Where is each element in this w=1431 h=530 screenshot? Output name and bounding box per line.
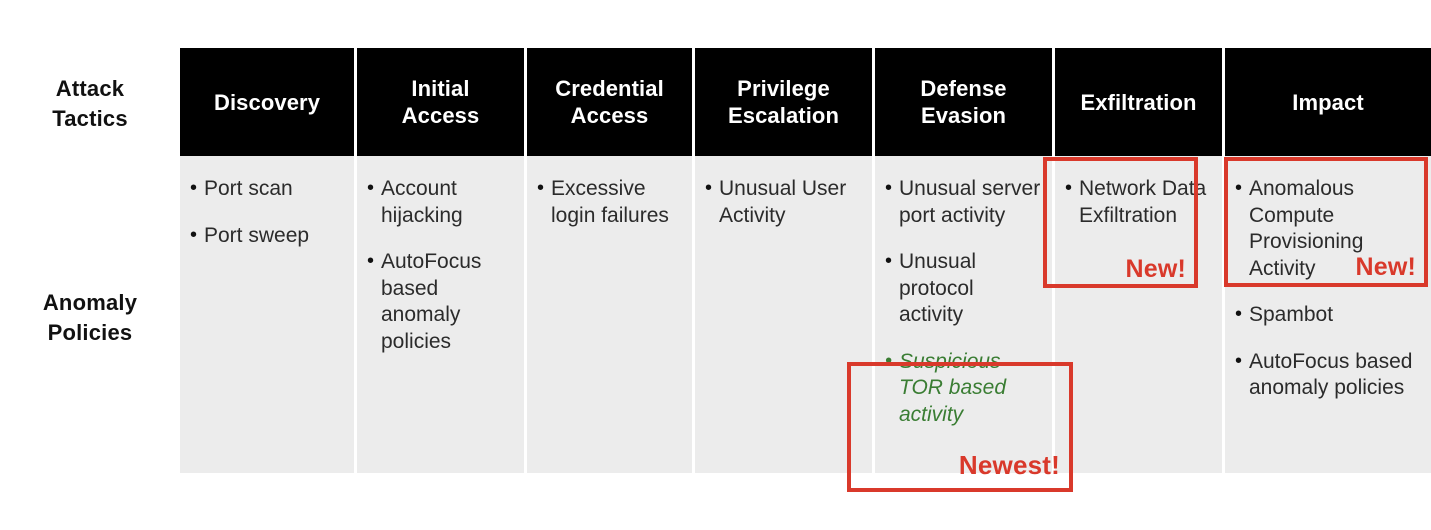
body-cell-defense-evasion: Unusual server port activity Unusual pro… xyxy=(875,156,1055,473)
list-item[interactable]: AutoFocus based anomaly policies xyxy=(367,248,514,355)
body-cell-privilege-escalation: Unusual User Activity xyxy=(695,156,875,473)
header-cell-exfiltration[interactable]: Exfiltration xyxy=(1055,48,1225,156)
header-cell-privilege-escalation[interactable]: Privilege Escalation xyxy=(695,48,875,156)
body-cell-credential-access: Excessive login failures xyxy=(527,156,695,473)
list-item[interactable]: Port sweep xyxy=(190,222,344,250)
header-impact-line-1: Impact xyxy=(1292,89,1364,115)
list-item[interactable]: Network Data Exfiltration xyxy=(1065,175,1212,229)
list-item-suspicious-tor[interactable]: Suspicious TOR based activity xyxy=(885,348,1042,429)
new-badge-impact: New! xyxy=(1355,253,1416,281)
list-item[interactable]: Port scan xyxy=(190,175,344,203)
header-defense-evasion-line-1: Defense xyxy=(920,76,1007,101)
body-cell-exfiltration: Network Data Exfiltration xyxy=(1055,156,1225,473)
list-item[interactable]: Excessive login failures xyxy=(537,175,682,229)
header-cell-credential-access[interactable]: Credential Access xyxy=(527,48,695,156)
header-initial-access-line-1: Initial xyxy=(411,76,470,101)
header-cell-defense-evasion[interactable]: Defense Evasion xyxy=(875,48,1055,156)
header-privilege-escalation-line-1: Privilege xyxy=(737,76,830,101)
header-privilege-escalation-line-2: Escalation xyxy=(727,103,840,128)
list-item[interactable]: Unusual User Activity xyxy=(705,175,862,229)
header-initial-access-line-2: Access xyxy=(401,103,480,128)
policy-list-credential-access: Excessive login failures xyxy=(537,175,682,229)
new-badge-exfiltration: New! xyxy=(1125,255,1186,283)
row-label-attack-tactics-line-2: Tactics xyxy=(52,106,128,131)
attack-tactics-matrix: Attack Tactics Anomaly Policies Discover… xyxy=(0,0,1431,530)
list-item[interactable]: AutoFocus based anomaly policies xyxy=(1235,348,1421,402)
list-item[interactable]: Unusual protocol activity xyxy=(885,248,1042,329)
matrix-body-row: Port scan Port sweep Account hijacking A… xyxy=(180,156,1431,473)
policy-list-discovery: Port scan Port sweep xyxy=(190,175,344,250)
header-cell-discovery[interactable]: Discovery xyxy=(180,48,357,156)
policy-list-impact: Anomalous Compute Provisioning Activity … xyxy=(1235,175,1421,402)
policy-list-exfiltration: Network Data Exfiltration xyxy=(1065,175,1212,229)
list-item[interactable]: Spambot xyxy=(1235,301,1421,329)
row-label-attack-tactics-line-1: Attack xyxy=(55,76,125,101)
row-label-anomaly-policies-line-1: Anomaly xyxy=(42,290,138,315)
list-item[interactable]: Unusual server port activity xyxy=(885,175,1042,229)
policy-list-initial-access: Account hijacking AutoFocus based anomal… xyxy=(367,175,514,355)
header-cell-impact[interactable]: Impact xyxy=(1225,48,1431,156)
list-item[interactable]: Account hijacking xyxy=(367,175,514,229)
row-label-attack-tactics: Attack Tactics xyxy=(0,74,180,134)
header-exfiltration-line-1: Exfiltration xyxy=(1080,89,1197,115)
header-cell-initial-access[interactable]: Initial Access xyxy=(357,48,527,156)
header-credential-access-line-2: Access xyxy=(570,103,649,128)
body-cell-impact: Anomalous Compute Provisioning Activity … xyxy=(1225,156,1431,473)
header-credential-access-line-1: Credential xyxy=(555,76,664,101)
header-defense-evasion-line-2: Evasion xyxy=(920,103,1007,128)
header-discovery-line-1: Discovery xyxy=(213,89,321,115)
row-label-anomaly-policies-line-2: Policies xyxy=(47,320,133,345)
row-label-anomaly-policies: Anomaly Policies xyxy=(0,288,180,348)
policy-list-defense-evasion: Unusual server port activity Unusual pro… xyxy=(885,175,1042,429)
newest-badge-defense-evasion: Newest! xyxy=(958,450,1060,480)
policy-list-privilege-escalation: Unusual User Activity xyxy=(705,175,862,229)
matrix-header-row: Discovery Initial Access Credential Acce… xyxy=(180,48,1431,156)
body-cell-initial-access: Account hijacking AutoFocus based anomal… xyxy=(357,156,527,473)
body-cell-discovery: Port scan Port sweep xyxy=(180,156,357,473)
